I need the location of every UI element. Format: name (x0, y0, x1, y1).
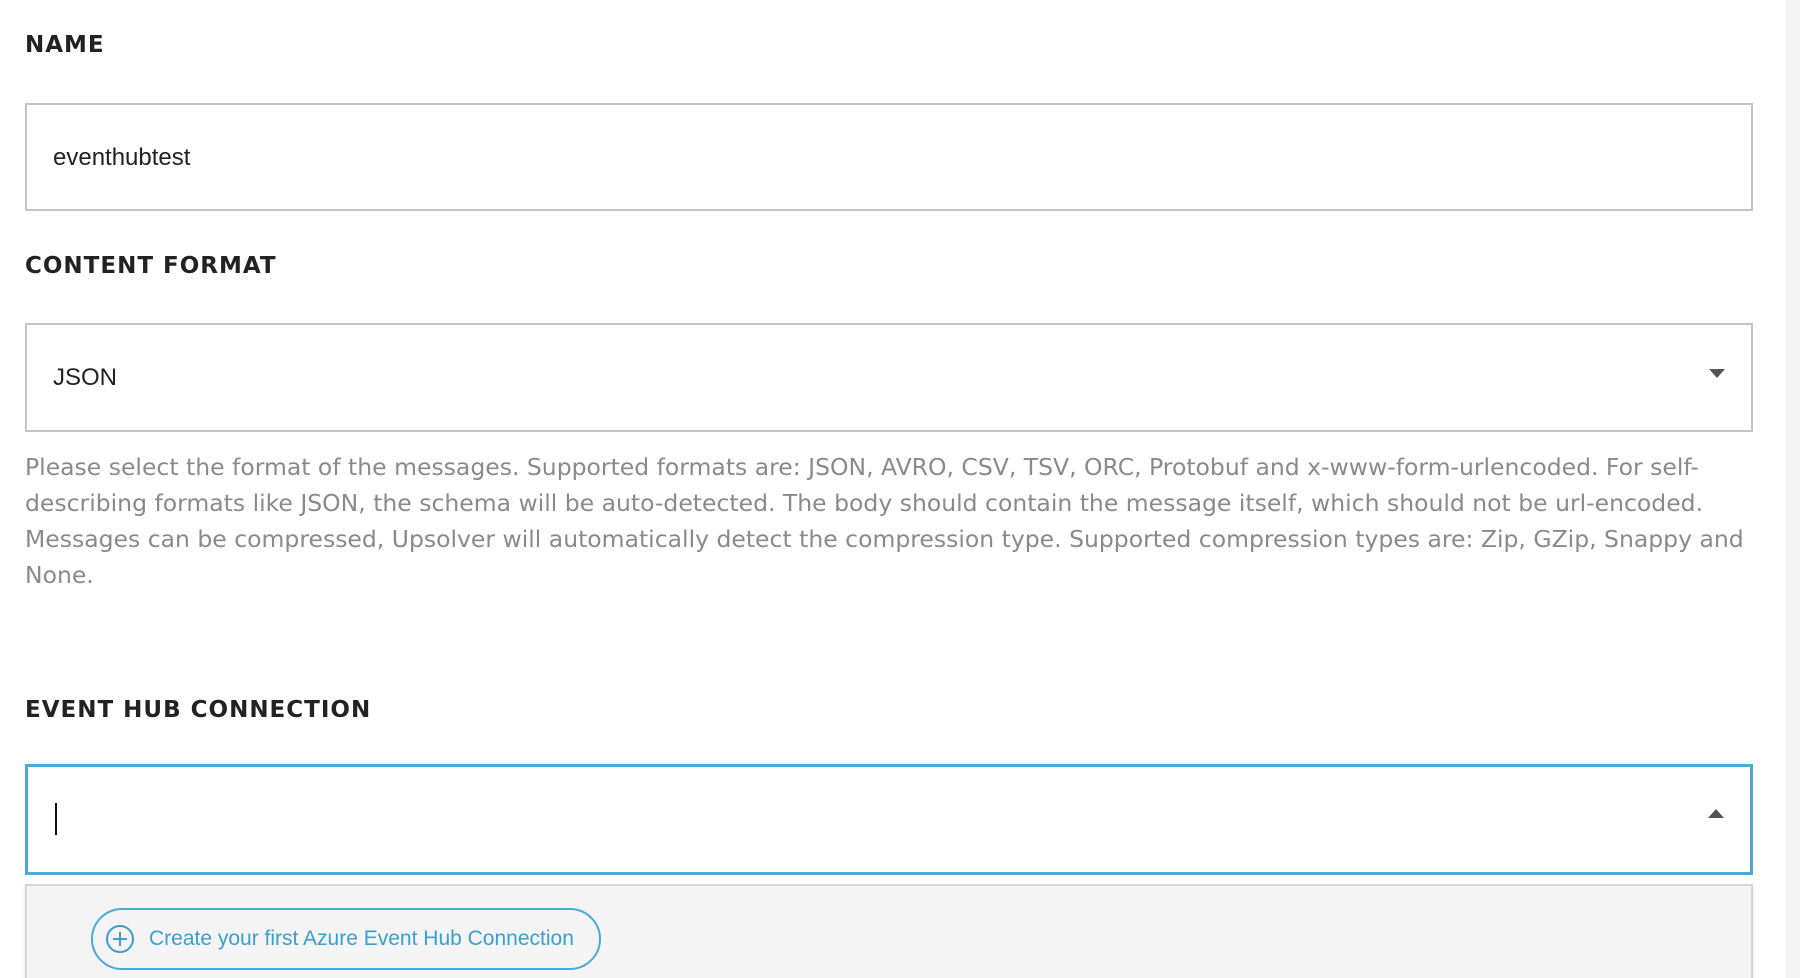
content-format-select[interactable]: JSON (25, 323, 1753, 432)
content-format-label: CONTENT FORMAT (25, 253, 277, 279)
event-hub-connection-label: EVENT HUB CONNECTION (25, 697, 372, 723)
event-hub-input-form: NAME eventhubtest CONTENT FORMAT JSON Pl… (0, 0, 1800, 978)
name-input[interactable]: eventhubtest (25, 103, 1753, 211)
content-format-selected-value: JSON (53, 364, 118, 391)
event-hub-connection-dropdown: Create your first Azure Event Hub Connec… (25, 884, 1753, 978)
event-hub-connection-input[interactable] (25, 764, 1753, 875)
create-connection-label: Create your first Azure Event Hub Connec… (149, 927, 574, 950)
chevron-up-icon[interactable] (1708, 809, 1724, 818)
scrollbar-track[interactable] (1786, 0, 1800, 978)
chevron-down-icon[interactable] (1709, 369, 1725, 378)
name-label: NAME (25, 32, 105, 58)
create-connection-button[interactable]: Create your first Azure Event Hub Connec… (91, 908, 601, 970)
text-cursor (55, 803, 57, 835)
plus-circle-icon (106, 925, 134, 953)
name-input-value: eventhubtest (53, 144, 191, 171)
content-format-help-text: Please select the format of the messages… (25, 453, 1744, 589)
